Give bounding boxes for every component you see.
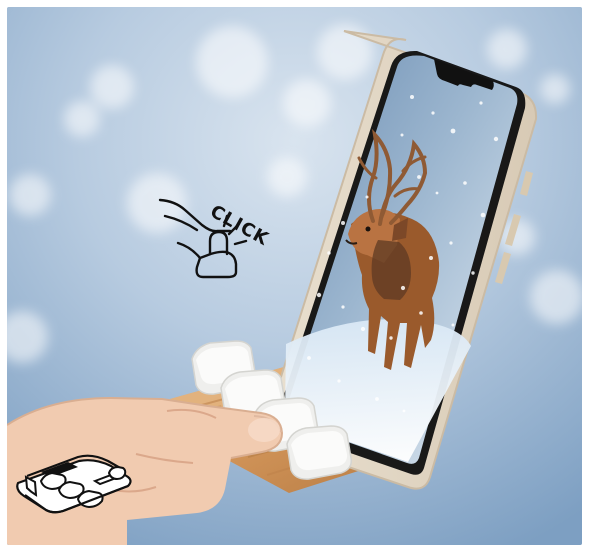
product-photo-frame: CLICK <box>7 7 582 545</box>
product-photo: CLICK <box>7 7 582 545</box>
